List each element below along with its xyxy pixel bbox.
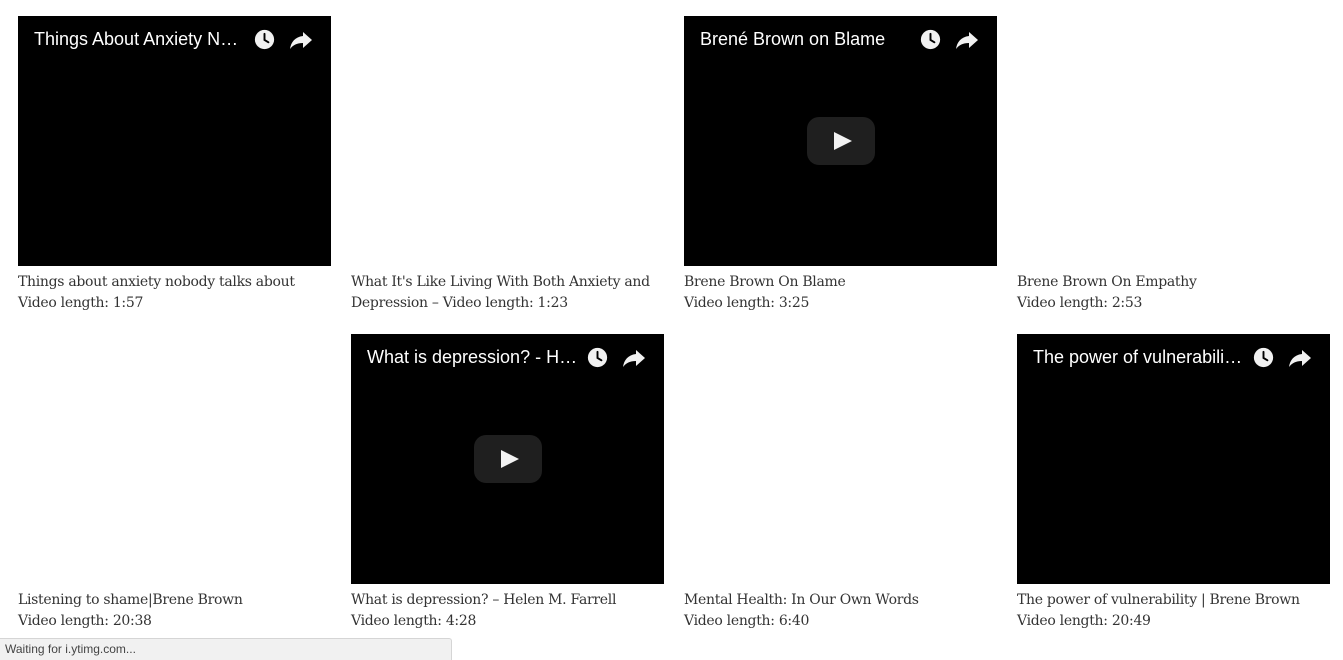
- play-button[interactable]: [474, 435, 542, 483]
- video-embed-title[interactable]: Brené Brown on Blame: [700, 27, 914, 51]
- video-caption-title: Things about anxiety nobody talks about: [18, 274, 295, 290]
- video-caption-length: Video length: 20:38: [18, 613, 152, 629]
- video-caption: The power of vulnerability | Brene Brown…: [1017, 590, 1330, 632]
- video-caption: Brene Brown On Empathy Video length: 2:5…: [1017, 272, 1330, 314]
- share-icon[interactable]: [622, 347, 646, 369]
- video-player[interactable]: What is depression? - He…: [351, 334, 664, 584]
- video-caption-length: Video length: 2:53: [1017, 295, 1143, 311]
- video-player[interactable]: The power of vulnerabili…: [1017, 334, 1330, 584]
- play-icon: [834, 132, 852, 150]
- browser-status-bar: Waiting for i.ytimg.com...: [0, 638, 452, 660]
- clock-icon[interactable]: [587, 347, 608, 368]
- video-caption: Brene Brown On Blame Video length: 3:25: [684, 272, 997, 314]
- video-player[interactable]: [18, 334, 331, 584]
- clock-icon[interactable]: [920, 29, 941, 50]
- video-caption-title: Mental Health: In Our Own Words: [684, 592, 919, 608]
- share-icon[interactable]: [1288, 347, 1312, 369]
- video-caption-title: Brene Brown On Empathy: [1017, 274, 1197, 290]
- video-embed-title[interactable]: What is depression? - He…: [367, 345, 581, 369]
- video-caption-length: Video length: 1:57: [18, 295, 144, 311]
- video-caption-title: Listening to shame|Brene Brown: [18, 592, 243, 608]
- video-player[interactable]: Brené Brown on Blame: [684, 16, 997, 266]
- video-player[interactable]: [1017, 16, 1330, 266]
- video-embed-title[interactable]: Things About Anxiety N…: [34, 27, 248, 51]
- share-icon[interactable]: [955, 29, 979, 51]
- video-caption: What is depression? – Helen M. Farrell V…: [351, 590, 664, 632]
- play-button[interactable]: [807, 117, 875, 165]
- video-caption-length: Video length: 6:40: [684, 613, 810, 629]
- video-caption-title: Brene Brown On Blame: [684, 274, 846, 290]
- video-caption-title: The power of vulnerability | Brene Brown: [1017, 592, 1300, 608]
- video-player[interactable]: [351, 16, 664, 266]
- video-embed-title[interactable]: The power of vulnerabili…: [1033, 345, 1247, 369]
- video-player[interactable]: [684, 334, 997, 584]
- clock-icon[interactable]: [1253, 347, 1274, 368]
- share-icon[interactable]: [289, 29, 313, 51]
- video-caption-length: Video length: 20:49: [1017, 613, 1151, 629]
- video-caption: Listening to shame|Brene Brown Video len…: [18, 590, 331, 632]
- video-caption-length: Depression – Video length: 1:23: [351, 295, 568, 311]
- video-player[interactable]: Things About Anxiety N…: [18, 16, 331, 266]
- video-caption: What It's Like Living With Both Anxiety …: [351, 272, 664, 314]
- video-caption: Things about anxiety nobody talks about …: [18, 272, 331, 314]
- video-caption: Mental Health: In Our Own Words Video le…: [684, 590, 997, 632]
- video-grid: Things About Anxiety N… Things about anx…: [0, 0, 1343, 660]
- video-caption-title: What is depression? – Helen M. Farrell: [351, 592, 617, 608]
- play-icon: [501, 450, 519, 468]
- video-caption-length: Video length: 3:25: [684, 295, 810, 311]
- video-caption-title: What It's Like Living With Both Anxiety …: [351, 274, 650, 290]
- video-caption-length: Video length: 4:28: [351, 613, 477, 629]
- clock-icon[interactable]: [254, 29, 275, 50]
